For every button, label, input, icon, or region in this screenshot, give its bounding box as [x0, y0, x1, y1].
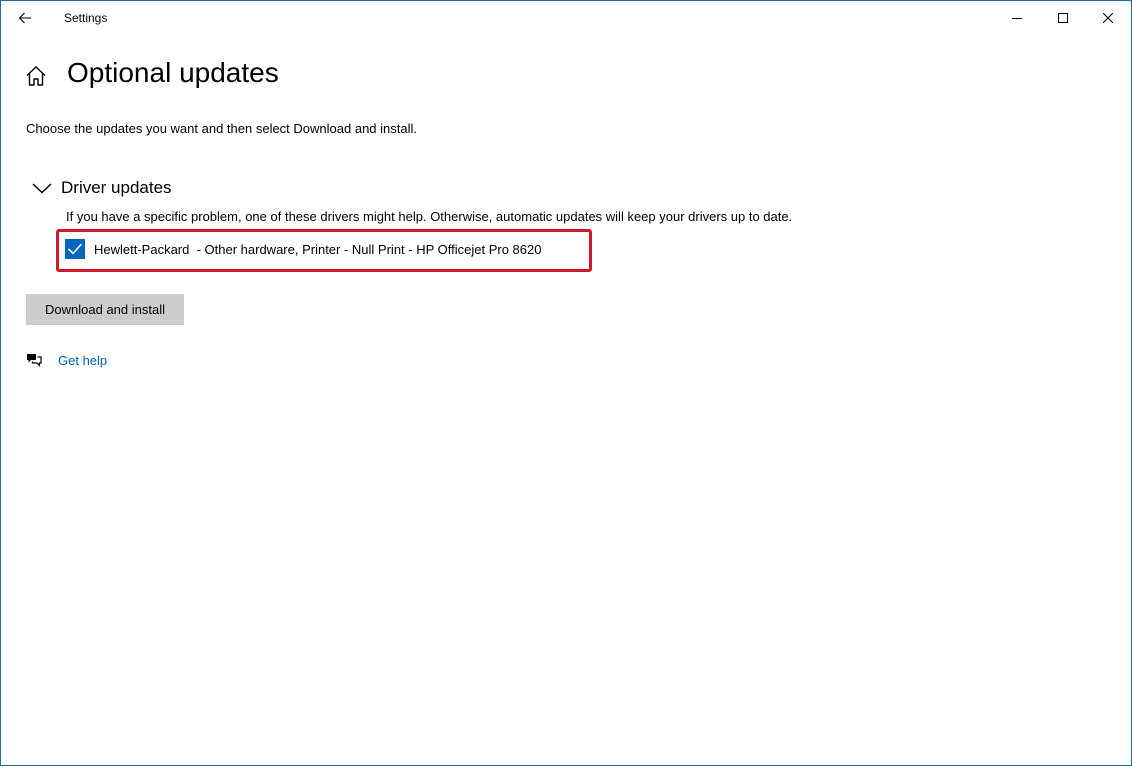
settings-window: Settings Optional updates Choose the upd…	[0, 0, 1132, 766]
driver-updates-title: Driver updates	[61, 178, 172, 197]
driver-updates-description: If you have a specific problem, one of t…	[66, 209, 793, 224]
driver-item[interactable]: Hewlett-Packard - Other hardware, Printe…	[65, 238, 541, 260]
title-bar: Settings	[1, 1, 1131, 35]
window-title: Settings	[64, 11, 108, 25]
get-help-row[interactable]: Get help	[25, 349, 107, 371]
maximize-icon	[1058, 13, 1068, 23]
minimize-button[interactable]	[994, 1, 1040, 35]
home-button[interactable]	[24, 64, 48, 88]
driver-updates-toggle[interactable]: Driver updates	[31, 175, 172, 201]
driver-item-label: Hewlett-Packard - Other hardware, Printe…	[94, 241, 542, 257]
maximize-button[interactable]	[1040, 1, 1086, 35]
chevron-down-icon	[32, 183, 52, 194]
close-button[interactable]	[1085, 1, 1131, 35]
home-icon	[26, 66, 46, 86]
driver-checkbox[interactable]	[65, 239, 85, 259]
close-icon	[1103, 13, 1113, 23]
get-help-link[interactable]: Get help	[58, 353, 107, 368]
back-button[interactable]	[11, 6, 39, 30]
page-title: Optional updates	[67, 57, 279, 88]
intro-text: Choose the updates you want and then sel…	[26, 121, 417, 136]
minimize-icon	[1012, 18, 1022, 19]
chat-help-icon	[27, 354, 42, 367]
checkmark-icon	[67, 243, 83, 255]
back-arrow-icon	[18, 12, 31, 24]
download-and-install-button[interactable]: Download and install	[26, 294, 184, 325]
